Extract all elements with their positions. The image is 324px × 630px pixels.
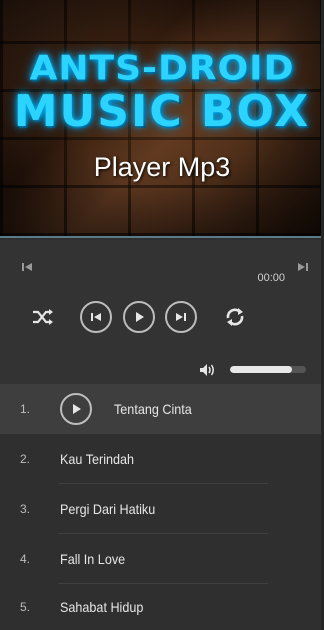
track-number: 4. <box>20 552 31 566</box>
playlist-item-5[interactable]: 5. Sahabat Hidup <box>0 584 324 630</box>
playlist: 1. Tentang Cinta 2. Kau Terindah 3. Perg… <box>0 384 324 630</box>
playlist-item-2[interactable]: 2. Kau Terindah <box>0 434 324 484</box>
track-number: 3. <box>20 502 31 516</box>
play-icon <box>136 312 144 322</box>
track-play-button[interactable] <box>60 393 92 425</box>
repeat-icon[interactable] <box>222 304 248 330</box>
logo-line2: MUSIC BOX <box>13 86 311 137</box>
volume-icon[interactable] <box>198 362 218 378</box>
previous-button[interactable] <box>80 301 112 333</box>
track-number: 2. <box>20 452 31 466</box>
next-button[interactable] <box>165 301 197 333</box>
volume-slider[interactable] <box>230 366 306 373</box>
previous-icon <box>91 313 101 321</box>
track-title: Fall In Love <box>60 551 126 567</box>
track-title: Kau Terindah <box>60 451 135 467</box>
playlist-item-3[interactable]: 3. Pergi Dari Hatiku <box>0 484 324 534</box>
app-subtitle: Player Mp3 <box>93 152 231 182</box>
elapsed-time: 00:00 <box>257 272 285 284</box>
track-title: Pergi Dari Hatiku <box>60 501 156 517</box>
track-title: Tentang Cinta <box>114 401 192 417</box>
track-title: Sahabat Hidup <box>60 599 144 615</box>
player-controls: 00:00 <box>0 240 324 384</box>
track-number: 5. <box>20 600 31 614</box>
track-number: 1. <box>20 402 31 416</box>
skip-next-icon[interactable] <box>296 260 310 274</box>
playlist-item-1[interactable]: 1. Tentang Cinta <box>0 384 324 434</box>
play-icon <box>73 404 81 414</box>
play-button[interactable] <box>123 301 155 333</box>
skip-previous-icon[interactable] <box>20 260 34 274</box>
logo-line1: ANTS-DROID <box>29 49 295 88</box>
playlist-item-4[interactable]: 4. Fall In Love <box>0 534 324 584</box>
app-banner: ANTS-DROID MUSIC BOX Player Mp3 <box>0 0 324 238</box>
volume-slider-fill <box>230 366 293 373</box>
next-icon <box>176 313 186 321</box>
shuffle-icon[interactable] <box>30 306 56 328</box>
